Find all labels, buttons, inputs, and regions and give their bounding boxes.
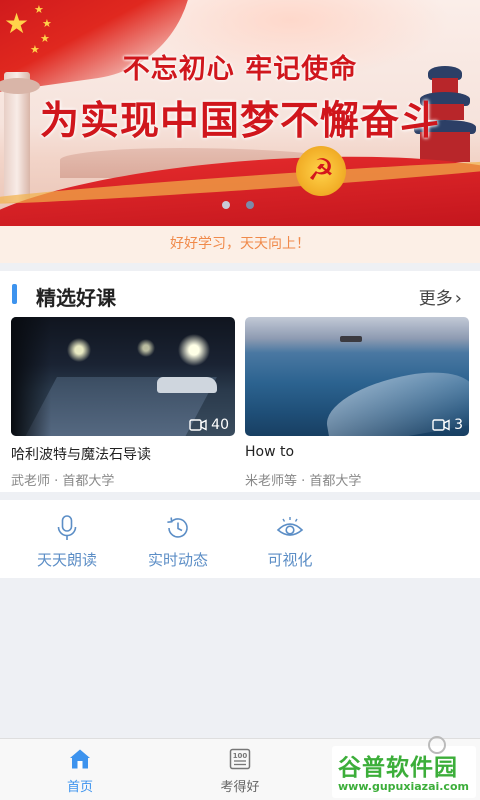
featured-courses-section: 精选好课 更多 › 40 哈利波特与魔法石导读 武老师 · 首都大学 3 How… — [0, 271, 480, 492]
video-count: 40 — [211, 417, 229, 433]
quick-actions-bar: 天天朗读 实时动态 可视化 — [0, 500, 480, 578]
quick-action-label: 天天朗读 — [36, 551, 97, 569]
home-icon — [68, 747, 92, 771]
star-icon: ★ — [34, 3, 44, 16]
star-icon: ★ — [40, 32, 50, 45]
banner-slogan-line2: 为实现中国梦不懈奋斗 — [39, 99, 440, 144]
hammer-sickle-emblem-icon: ☭ — [296, 146, 346, 196]
quick-action-label: 可视化 — [267, 551, 313, 569]
quick-action-label: 实时动态 — [147, 551, 208, 569]
carousel-dot-1[interactable] — [222, 201, 230, 209]
section-title: 精选好课 — [36, 286, 116, 310]
course-thumbnail[interactable]: 3 — [245, 317, 469, 436]
history-icon — [164, 514, 192, 542]
video-camera-icon — [189, 419, 207, 431]
motto-banner: 好好学习，天天向上！ — [0, 226, 480, 263]
video-count: 3 — [454, 417, 463, 433]
video-count-badge: 40 — [189, 417, 229, 433]
video-camera-icon — [432, 419, 450, 431]
section-header: 精选好课 更多 › — [0, 271, 480, 317]
quick-action-live-feed[interactable]: 实时动态 — [128, 500, 228, 578]
course-thumbnail[interactable]: 40 — [11, 317, 235, 436]
banner-slogan-line1: 不忘初心 牢记使命 — [122, 54, 358, 85]
tab-label: 首页 — [66, 780, 93, 795]
chevron-right-icon: › — [454, 288, 462, 309]
quick-action-visualization[interactable]: 可视化 — [240, 500, 340, 578]
section-accent-bar — [12, 284, 17, 304]
eye-icon — [276, 514, 304, 542]
tab-label: 考得好 — [220, 780, 260, 795]
course-meta: 武老师 · 首都大学 — [11, 474, 115, 489]
score-100-icon: 100 — [228, 747, 252, 771]
carousel-dot-2[interactable] — [246, 201, 254, 209]
watermark-url: www.gupuxiazai.com — [338, 780, 469, 793]
site-watermark: 谷普软件园 www.gupuxiazai.com — [332, 736, 476, 798]
course-card[interactable]: 3 How to 米老师等 · 首都大学 — [245, 317, 469, 489]
course-card[interactable]: 40 哈利波特与魔法石导读 武老师 · 首都大学 — [11, 317, 235, 489]
hero-banner[interactable]: ★ ★ ★ ★ ★ ☭ 不忘初心 牢记使命 为实现中国梦不懈奋斗 — [0, 0, 480, 226]
more-link[interactable]: 更多 › — [419, 284, 462, 309]
star-icon: ★ — [42, 17, 52, 30]
microphone-icon — [53, 514, 81, 542]
tab-home[interactable]: 首页 — [20, 739, 140, 800]
course-meta: 米老师等 · 首都大学 — [245, 474, 362, 489]
tab-exam[interactable]: 100 考得好 — [180, 739, 300, 800]
more-label: 更多 — [418, 289, 453, 309]
video-count-badge: 3 — [432, 417, 463, 433]
quick-action-read-aloud[interactable]: 天天朗读 — [17, 500, 117, 578]
carousel-indicator — [222, 201, 254, 209]
course-title: How to — [245, 444, 295, 460]
svg-text:100: 100 — [233, 752, 248, 760]
watermark-name: 谷普软件园 — [338, 755, 458, 781]
course-title: 哈利波特与魔法石导读 — [11, 447, 151, 463]
star-icon: ★ — [4, 7, 30, 40]
